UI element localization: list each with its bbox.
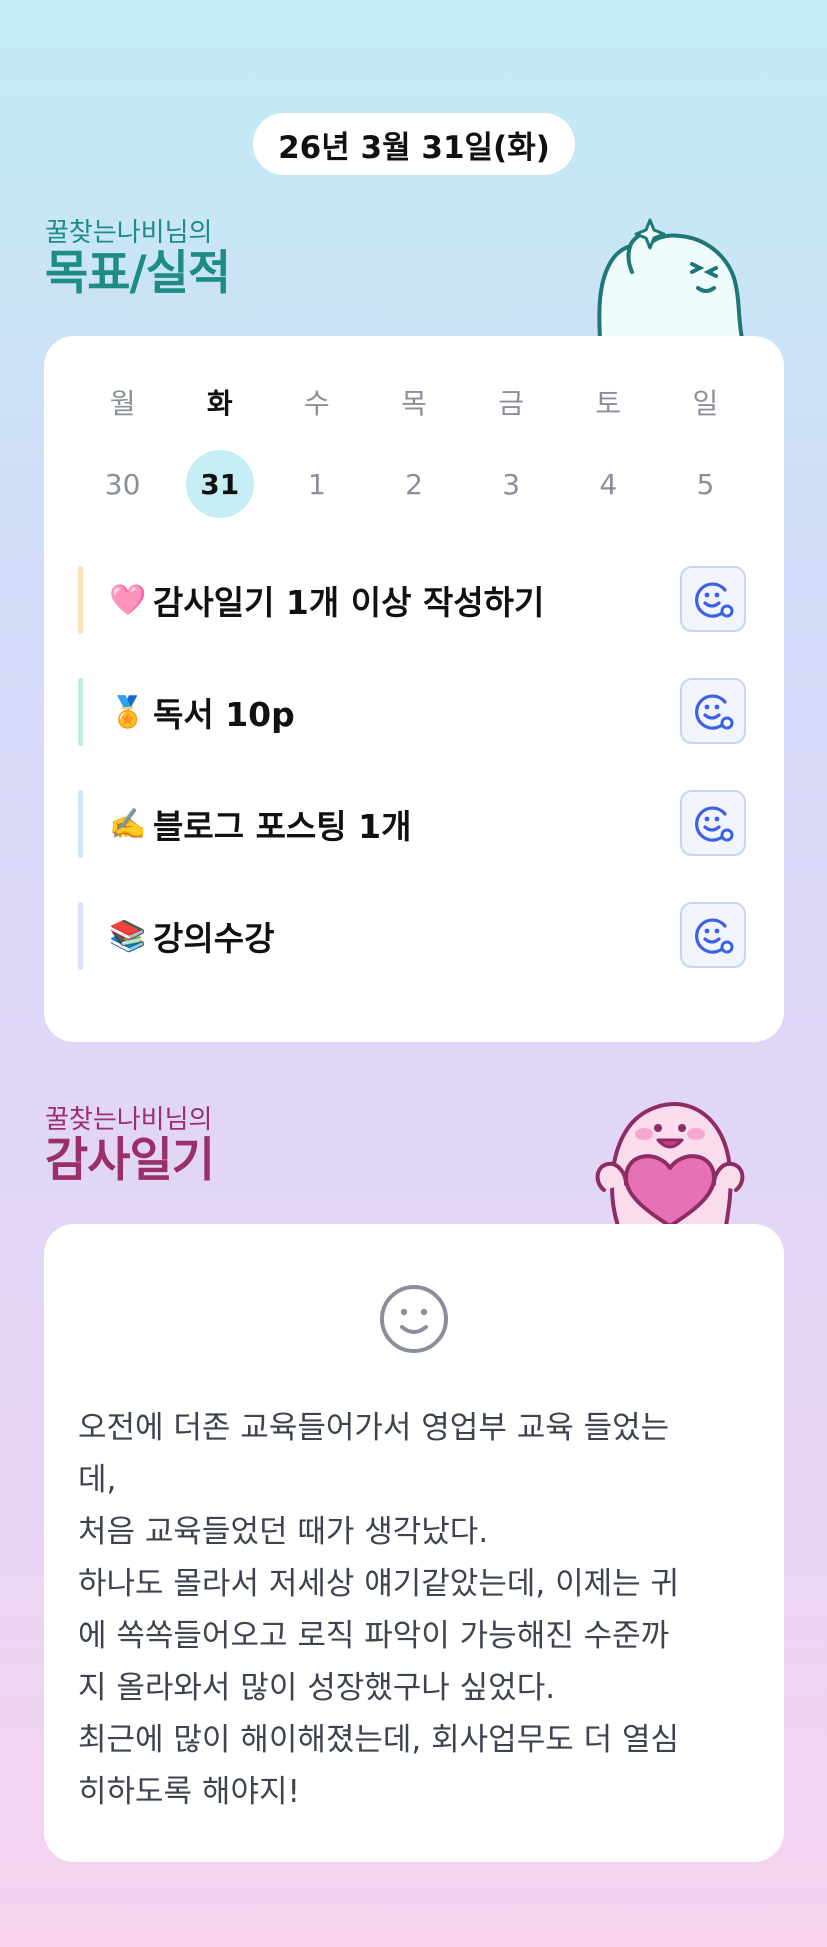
goal-label: 강의수강 — [153, 919, 275, 958]
goal-label: 블로그 포스팅 1개 — [153, 807, 412, 846]
day-number: 2 — [405, 467, 423, 501]
goal-item[interactable]: 🩷 감사일기 1개 이상 작성하기 — [78, 566, 746, 634]
calendar-day[interactable]: 1 — [268, 450, 365, 518]
goal-item[interactable]: 📚 강의수강 — [78, 902, 746, 970]
goal-color-bar — [78, 566, 83, 634]
mint-mascot-icon — [597, 218, 744, 338]
date-label: 26년 3월 31일(화) — [278, 129, 550, 166]
goal-emoji: ✍️ — [109, 806, 147, 842]
thanks-owner: 꿀찾는나비님의 — [45, 1105, 213, 1135]
diary-body-text: 오전에 더존 교육들어가서 영업부 교육 들었는 데, 처음 교육들었던 때가 … — [78, 1410, 680, 1810]
smile-add-icon — [694, 918, 734, 954]
smile-add-icon — [694, 806, 734, 842]
goal-label: 독서 10p — [153, 695, 295, 734]
goals-owner: 꿀찾는나비님의 — [45, 218, 213, 248]
day-number: 1 — [307, 467, 326, 501]
pink-heart-mascot-icon — [595, 1102, 745, 1226]
thanks-section-heading: 꿀찾는나비님의 감사일기 — [45, 1105, 215, 1188]
goal-label: 감사일기 1개 이상 작성하기 — [153, 583, 545, 622]
goal-color-bar — [78, 902, 83, 970]
goal-check-button[interactable] — [680, 566, 746, 632]
goal-color-bar — [78, 790, 83, 858]
calendar-day[interactable]: 4 — [560, 450, 657, 518]
weekday-label: 목 — [401, 387, 427, 420]
goal-emoji: 📚 — [109, 918, 147, 954]
weekday-label: 수 — [303, 387, 330, 420]
date-pill[interactable]: 26년 3월 31일(화) — [253, 113, 575, 175]
goal-check-button[interactable] — [680, 790, 746, 856]
goal-item[interactable]: ✍️ 블로그 포스팅 1개 — [78, 790, 746, 858]
day-number: 4 — [599, 467, 618, 501]
day-number: 5 — [696, 467, 715, 501]
weekday-label: 토 — [595, 387, 622, 420]
goal-item[interactable]: 🏅 독서 10p — [78, 678, 746, 746]
day-number: 31 — [200, 467, 240, 501]
thanks-title: 감사일기 — [45, 1133, 215, 1188]
goal-color-bar — [78, 678, 83, 746]
smile-add-icon — [694, 582, 734, 618]
day-number: 30 — [104, 467, 141, 501]
goal-emoji: 🩷 — [109, 582, 147, 618]
calendar-day[interactable]: 5 — [657, 450, 754, 518]
goals-title: 목표/실적 — [45, 246, 231, 301]
goals-section-heading: 꿀찾는나비님의 목표/실적 — [45, 218, 231, 301]
calendar-day[interactable]: 2 — [365, 450, 462, 518]
goals-card: 월 화 수 목 금 토 일 30 31 1 2 3 4 5 🩷 감사일기 1개 … — [44, 336, 784, 1042]
goal-check-button[interactable] — [680, 678, 746, 744]
week-calendar: 월 화 수 목 금 토 일 30 31 1 2 3 4 5 — [74, 386, 754, 518]
goal-check-button[interactable] — [680, 902, 746, 968]
goal-emoji: 🏅 — [109, 694, 147, 730]
smile-add-icon — [694, 694, 734, 730]
calendar-day[interactable]: 30 — [74, 450, 171, 518]
weekday-label: 월 — [109, 387, 136, 420]
calendar-day[interactable]: 3 — [463, 450, 560, 518]
weekday-label: 금 — [498, 387, 525, 420]
weekday-label: 화 — [206, 387, 233, 420]
smile-icon — [380, 1285, 448, 1353]
weekday-label: 일 — [692, 387, 719, 420]
day-number: 3 — [502, 467, 521, 501]
gratitude-diary-card[interactable]: 오전에 더존 교육들어가서 영업부 교육 들었는 데, 처음 교육들었던 때가 … — [44, 1224, 784, 1862]
calendar-day-selected[interactable]: 31 — [171, 450, 268, 518]
